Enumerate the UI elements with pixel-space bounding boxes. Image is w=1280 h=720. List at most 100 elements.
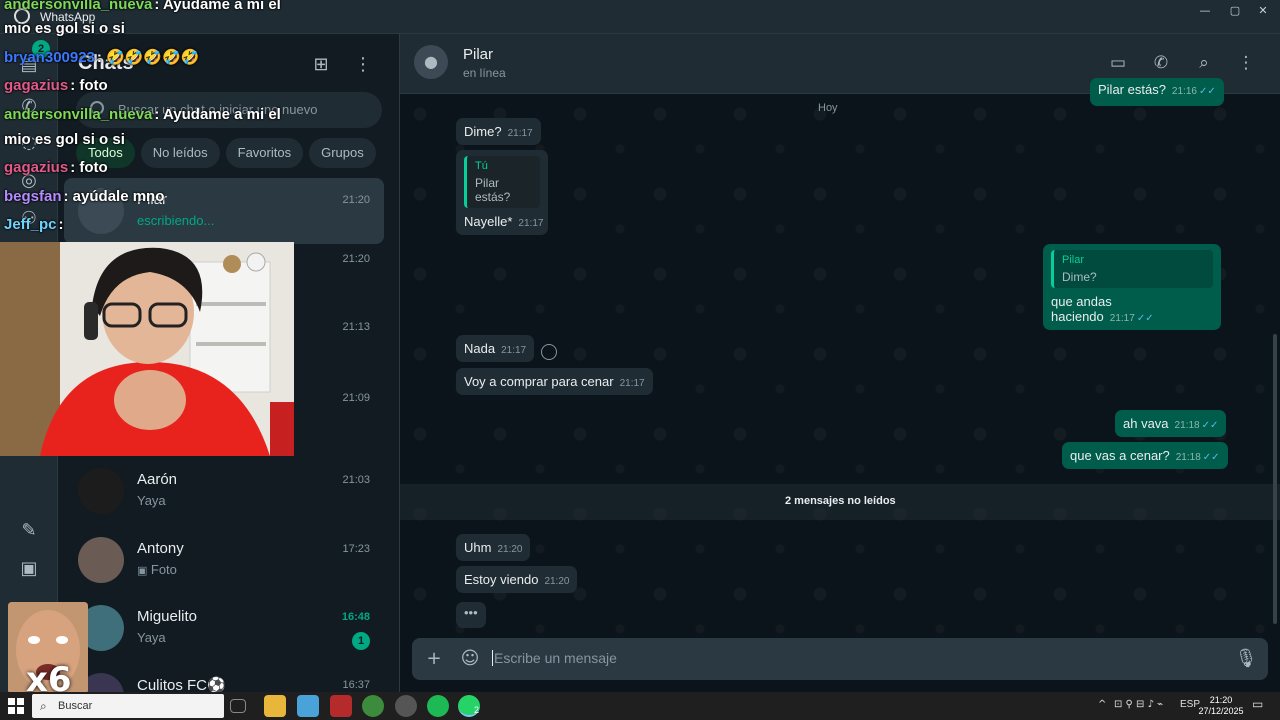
stream-chat-line: gagazius: foto [4, 159, 108, 176]
contact-avatar-icon[interactable]: ● [414, 45, 448, 79]
message-bubble-incoming[interactable]: Uhm 21:20 [456, 534, 531, 561]
message-bubble-incoming[interactable]: Nada 21:17 [456, 335, 535, 362]
kebab-menu-icon[interactable]: ⋮ [350, 52, 376, 78]
chat-time: 16:48 [341, 611, 370, 623]
message-composer[interactable]: + ☺ Escribe un mensaje 🎙 [412, 638, 1268, 680]
message-time: 21:20 [544, 576, 570, 587]
stream-chat-message: mio es gol si o si [4, 20, 125, 37]
message-bubble-outgoing[interactable]: ah vava 21:18 ✓✓ [1115, 410, 1227, 437]
message-time: 21:16 [1171, 86, 1197, 97]
message-input[interactable]: Escribe un mensaje [492, 650, 617, 666]
message-time: 21:18 [1175, 452, 1201, 463]
filter-groups[interactable]: Grupos [309, 138, 376, 168]
chat-time: 21:13 [342, 321, 370, 333]
stream-chat-message: : foto [70, 159, 108, 176]
taskbar-search-input[interactable]: ⌕ Buscar [32, 694, 224, 718]
stream-chat-message: : [58, 216, 64, 233]
spotify-icon[interactable] [427, 695, 449, 717]
message-text: Dime? [464, 124, 502, 139]
voice-call-icon[interactable]: ✆ [1149, 51, 1173, 75]
obs-icon[interactable] [395, 695, 417, 717]
stream-chat-message: : Ayudame a mi el [154, 106, 281, 123]
stream-chat-line: andersonvilla_nueva: Ayudame a mi el [4, 106, 281, 123]
task-view-icon[interactable] [230, 699, 246, 713]
quoted-message[interactable]: Tú Pilar estás? [464, 156, 540, 208]
message-text: que vas a cenar? [1070, 448, 1170, 463]
chat-item-antony[interactable]: Antony ▣ Foto 17:23 [64, 527, 384, 593]
message-time: 21:17 [518, 218, 544, 229]
chat-time: 17:23 [342, 543, 370, 555]
mic-icon[interactable]: 🎙 [1234, 647, 1258, 671]
date-separator: Hoy [818, 102, 838, 114]
windows-start-icon[interactable] [8, 698, 24, 714]
stream-chat-message: : 🤣🤣🤣🤣🤣 [96, 49, 200, 66]
search-icon[interactable]: ⌕ [1192, 51, 1216, 75]
new-chat-icon[interactable]: ⊞ [308, 52, 334, 78]
stream-chat-line: begsfan: ayúdale mno [4, 188, 164, 205]
message-bubble-outgoing[interactable]: que vas a cenar? 21:18 ✓✓ [1062, 442, 1228, 469]
conversation-scrollbar[interactable] [1273, 334, 1277, 624]
quoted-message[interactable]: Pilar Dime? [1051, 250, 1213, 288]
quote-text: Pilar estás? [475, 176, 511, 204]
message-bubble-incoming[interactable]: Voy a comprar para cenar 21:17 [456, 368, 653, 395]
stream-chat-message: : ayúdale mno [63, 188, 165, 205]
contact-status: en línea [463, 66, 506, 80]
file-explorer-icon[interactable] [264, 695, 286, 717]
stream-chat-user: gagazius [4, 159, 69, 176]
chat-time: 21:20 [342, 253, 370, 265]
stream-chat-message: : foto [70, 77, 108, 94]
close-button[interactable]: ✕ [1246, 0, 1280, 22]
chrome-icon[interactable] [362, 695, 384, 717]
meta-ai-icon[interactable]: ✎ [16, 518, 42, 544]
stream-chat-user: bryan300923 [4, 49, 95, 66]
chat-preview: ▣ Foto [137, 562, 177, 577]
message-bubble-incoming[interactable]: Estoy viendo 21:20 [456, 566, 578, 593]
chat-name: Antony [137, 540, 184, 557]
stream-chat-user: andersonvilla_nueva [4, 106, 153, 123]
sticker-icon[interactable]: ☺ [458, 647, 482, 671]
tray-chevron-icon[interactable]: ^ [1098, 699, 1106, 710]
attach-plus-icon[interactable]: + [422, 647, 446, 671]
chat-item-culitos-fc[interactable]: Culitos FC⚽ 16:37 [64, 663, 384, 692]
message-bubble-incoming-reply[interactable]: Tú Pilar estás? Nayelle* 21:17 [456, 150, 548, 235]
message-time: 21:17 [1109, 313, 1135, 324]
contact-name[interactable]: Pilar [463, 46, 493, 63]
message-time: 21:17 [619, 378, 645, 389]
media-icon[interactable]: ▣ [16, 556, 42, 582]
video-call-icon[interactable]: ▭ [1106, 51, 1130, 75]
message-text: que andas haciendo [1051, 294, 1112, 324]
stream-chat-line: bryan300923: 🤣🤣🤣🤣🤣 [4, 48, 199, 66]
chat-item-miguelito[interactable]: Miguelito Yaya 16:48 1 [64, 595, 384, 661]
unread-banner-text: 2 mensajes no leídos [785, 495, 896, 507]
message-time: 21:18 [1174, 420, 1200, 431]
taskbar-clock[interactable]: 21:20 27/12/2025 [1196, 695, 1246, 717]
message-time: 21:20 [497, 544, 523, 555]
stream-chat-user: gagazius [4, 77, 69, 94]
avatar [78, 468, 124, 514]
message-bubble-outgoing[interactable]: Pilar estás? 21:16 ✓✓ [1090, 78, 1224, 106]
notification-icon[interactable]: ▭ [1252, 697, 1263, 711]
chat-time: 16:37 [342, 679, 370, 691]
avatar [78, 537, 124, 583]
stream-chat-line: Jeff_pc: [4, 216, 64, 233]
app-icon[interactable] [330, 695, 352, 717]
whatsapp-taskbar-icon[interactable]: 2 [458, 695, 480, 717]
quote-text: Dime? [1062, 270, 1097, 284]
message-bubble-outgoing-reply[interactable]: Pilar Dime? que andas haciendo 21:17 ✓✓ [1043, 244, 1221, 330]
whatsapp-taskbar-badge: 2 [474, 705, 480, 715]
stream-chat-message: : Ayudame a mi el [154, 0, 281, 13]
message-bubble-incoming[interactable]: Dime? 21:17 [456, 118, 541, 145]
tray-icons[interactable]: ⊡ ⚲ ⊟ ♪ ⌁ [1114, 699, 1163, 710]
minimize-button[interactable]: — [1188, 0, 1222, 22]
chat-name: Miguelito [137, 608, 198, 625]
notes-app-icon[interactable] [297, 695, 319, 717]
message-text: Estoy viendo [464, 572, 539, 587]
unread-badge: 1 [352, 632, 370, 650]
quote-author: Pilar [1062, 254, 1085, 266]
emoji-reaction-icon[interactable] [541, 344, 557, 360]
chat-item-aaron[interactable]: Aarón Yaya 21:03 [64, 458, 384, 524]
message-text: ah vava [1123, 416, 1169, 431]
message-time: 21:17 [507, 128, 533, 139]
search-icon: ⌕ [40, 699, 47, 713]
kebab-menu-icon[interactable]: ⋮ [1234, 51, 1258, 75]
